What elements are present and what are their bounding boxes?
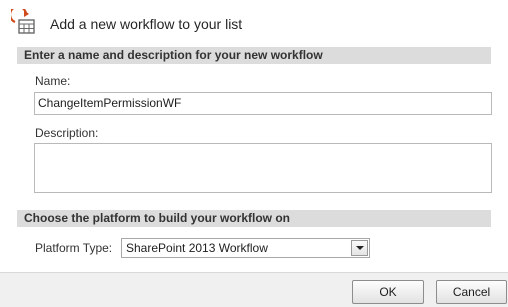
description-label: Description: [35,126,99,140]
add-workflow-dialog: Add a new workflow to your list Enter a … [0,0,508,273]
chevron-down-icon [355,246,364,250]
platform-type-value: SharePoint 2013 Workflow [126,241,268,255]
dialog-title: Add a new workflow to your list [50,15,243,32]
name-section-header: Enter a name and description for your ne… [17,47,491,64]
cancel-button[interactable]: Cancel [436,280,507,304]
workflow-add-icon [11,9,35,34]
dialog-title-row: Add a new workflow to your list [11,9,242,36]
dropdown-arrow-button[interactable] [351,240,368,256]
ok-button[interactable]: OK [352,280,424,304]
platform-type-select[interactable]: SharePoint 2013 Workflow [121,238,370,258]
platform-type-label: Platform Type: [35,241,113,255]
name-label: Name: [35,74,71,88]
name-input[interactable]: ChangeItemPermissionWF [34,92,492,115]
description-textarea[interactable] [34,143,492,193]
platform-section-header: Choose the platform to build your workfl… [17,210,491,227]
